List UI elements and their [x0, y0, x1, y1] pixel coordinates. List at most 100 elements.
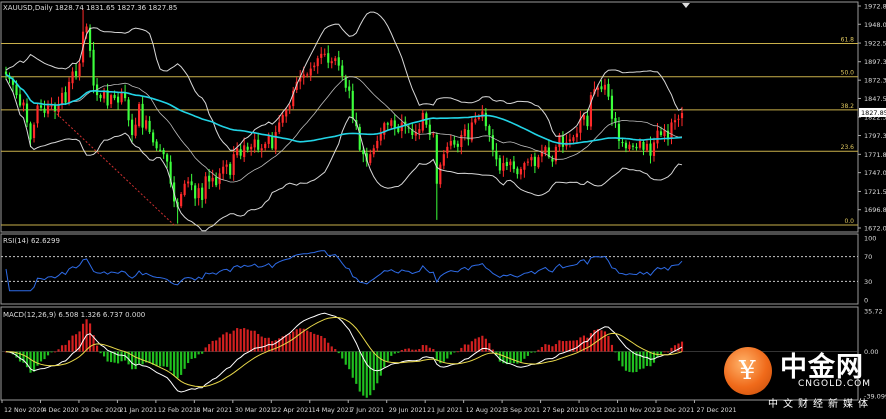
- candle-body: [351, 90, 354, 119]
- macd-histogram-bar: [183, 351, 186, 369]
- macd-histogram-bar: [264, 337, 267, 352]
- candle-body: [215, 176, 218, 186]
- candle-body: [306, 74, 309, 76]
- macd-histogram-bar: [530, 351, 533, 353]
- candle-body: [600, 86, 603, 90]
- macd-histogram-bar: [232, 330, 235, 352]
- candle-body: [22, 102, 25, 106]
- macd-histogram-bar: [155, 351, 158, 367]
- macd-histogram-bar: [628, 351, 631, 372]
- candle-body: [645, 143, 649, 151]
- candle-body: [677, 118, 680, 120]
- macd-histogram-bar: [152, 351, 155, 365]
- candle-body: [649, 143, 652, 156]
- macd-histogram-bar: [71, 335, 74, 352]
- candle-body: [453, 140, 456, 145]
- time-axis-label: 14 May 2021: [312, 407, 353, 414]
- candle-body: [575, 133, 579, 138]
- fib-level-label: 0.0: [844, 218, 854, 225]
- fib-level-label: 23.6: [841, 144, 855, 151]
- candle-body: [194, 185, 197, 199]
- candle-body: [25, 103, 29, 123]
- macd-histogram-bar: [600, 330, 603, 352]
- candle-body: [88, 27, 92, 51]
- candle-body: [348, 86, 351, 91]
- macd-histogram-bar: [379, 351, 382, 376]
- candle-body: [15, 84, 18, 96]
- price-axis-label: 1721.55: [864, 188, 886, 196]
- macd-histogram-bar: [109, 351, 113, 363]
- candle-body: [621, 142, 624, 144]
- macd-histogram-bar: [547, 344, 550, 352]
- candle-body: [418, 129, 421, 134]
- macd-histogram-bar: [446, 351, 449, 359]
- macd-histogram-bar: [330, 346, 333, 352]
- macd-histogram-bar: [138, 351, 141, 364]
- candle-body: [463, 129, 466, 137]
- candle-body: [243, 145, 246, 158]
- macd-histogram-bar: [95, 345, 99, 352]
- candle-body: [607, 83, 610, 97]
- macd-histogram-bar: [348, 351, 351, 370]
- macd-histogram-bar: [166, 351, 169, 367]
- time-axis-label: 21 Jul 2021: [427, 407, 463, 414]
- macd-histogram-bar: [180, 351, 183, 375]
- candle-body: [99, 94, 102, 99]
- candle-body: [561, 136, 564, 147]
- candle-body: [138, 104, 141, 127]
- price-axis-label: 1922.55: [864, 40, 886, 48]
- candle-body: [190, 181, 193, 186]
- candle-body: [386, 123, 389, 125]
- macd-axis-label: 35.72: [864, 308, 883, 316]
- macd-histogram-bar: [509, 351, 512, 363]
- price-axis-label: 1747.00: [864, 169, 886, 177]
- candle-body: [379, 133, 382, 141]
- macd-histogram-bar: [53, 351, 57, 353]
- candle-body: [264, 143, 267, 149]
- candle-body: [330, 61, 333, 64]
- candle-body: [309, 68, 312, 76]
- candle-body: [141, 103, 144, 128]
- rsi-header: RSI(14) 62.6299: [3, 237, 60, 245]
- candle-body: [586, 115, 589, 127]
- macd-histogram-bar: [365, 351, 368, 398]
- macd-histogram-bar: [274, 340, 277, 352]
- macd-histogram-bar: [474, 338, 477, 352]
- macd-histogram-bar: [215, 340, 218, 352]
- fib-level-label: 38.2: [841, 103, 855, 110]
- macd-histogram-bar: [313, 333, 316, 352]
- chart-menu-arrow-icon[interactable]: [682, 3, 690, 8]
- time-axis-label: 22 Apr 2021: [273, 407, 312, 414]
- macd-histogram-bar: [351, 351, 354, 378]
- candle-body: [390, 120, 393, 126]
- macd-histogram-bar: [106, 351, 109, 362]
- candle-body: [320, 53, 323, 58]
- last-price-label: 1827.85: [861, 109, 886, 117]
- candle-body: [246, 146, 249, 150]
- macd-histogram-bar: [558, 340, 561, 352]
- candle-body: [372, 148, 375, 155]
- candle-body: [470, 122, 473, 141]
- macd-histogram-bar: [81, 323, 85, 352]
- price-axis-label: 1696.80: [864, 206, 886, 214]
- macd-histogram-bar: [484, 338, 487, 352]
- candle-body: [278, 122, 281, 132]
- macd-histogram-bar: [337, 351, 340, 354]
- candle-body: [680, 112, 684, 119]
- candle-body: [516, 168, 519, 175]
- time-axis-label: 4 Dec 2020: [42, 407, 78, 414]
- candle-body: [32, 124, 36, 139]
- candle-body: [145, 120, 148, 129]
- macd-histogram-bar: [323, 338, 326, 352]
- candle-body: [232, 154, 235, 175]
- candle-body: [274, 132, 277, 150]
- candle-body: [502, 163, 505, 171]
- macd-histogram-bar: [344, 351, 347, 365]
- rsi-axis-label: 0: [864, 297, 868, 305]
- candle-body: [519, 168, 522, 175]
- candle-body: [432, 133, 435, 135]
- macd-histogram-bar: [120, 351, 123, 362]
- candle-body: [421, 112, 424, 131]
- macd-histogram-bar: [320, 335, 323, 352]
- macd-histogram-bar: [572, 340, 575, 352]
